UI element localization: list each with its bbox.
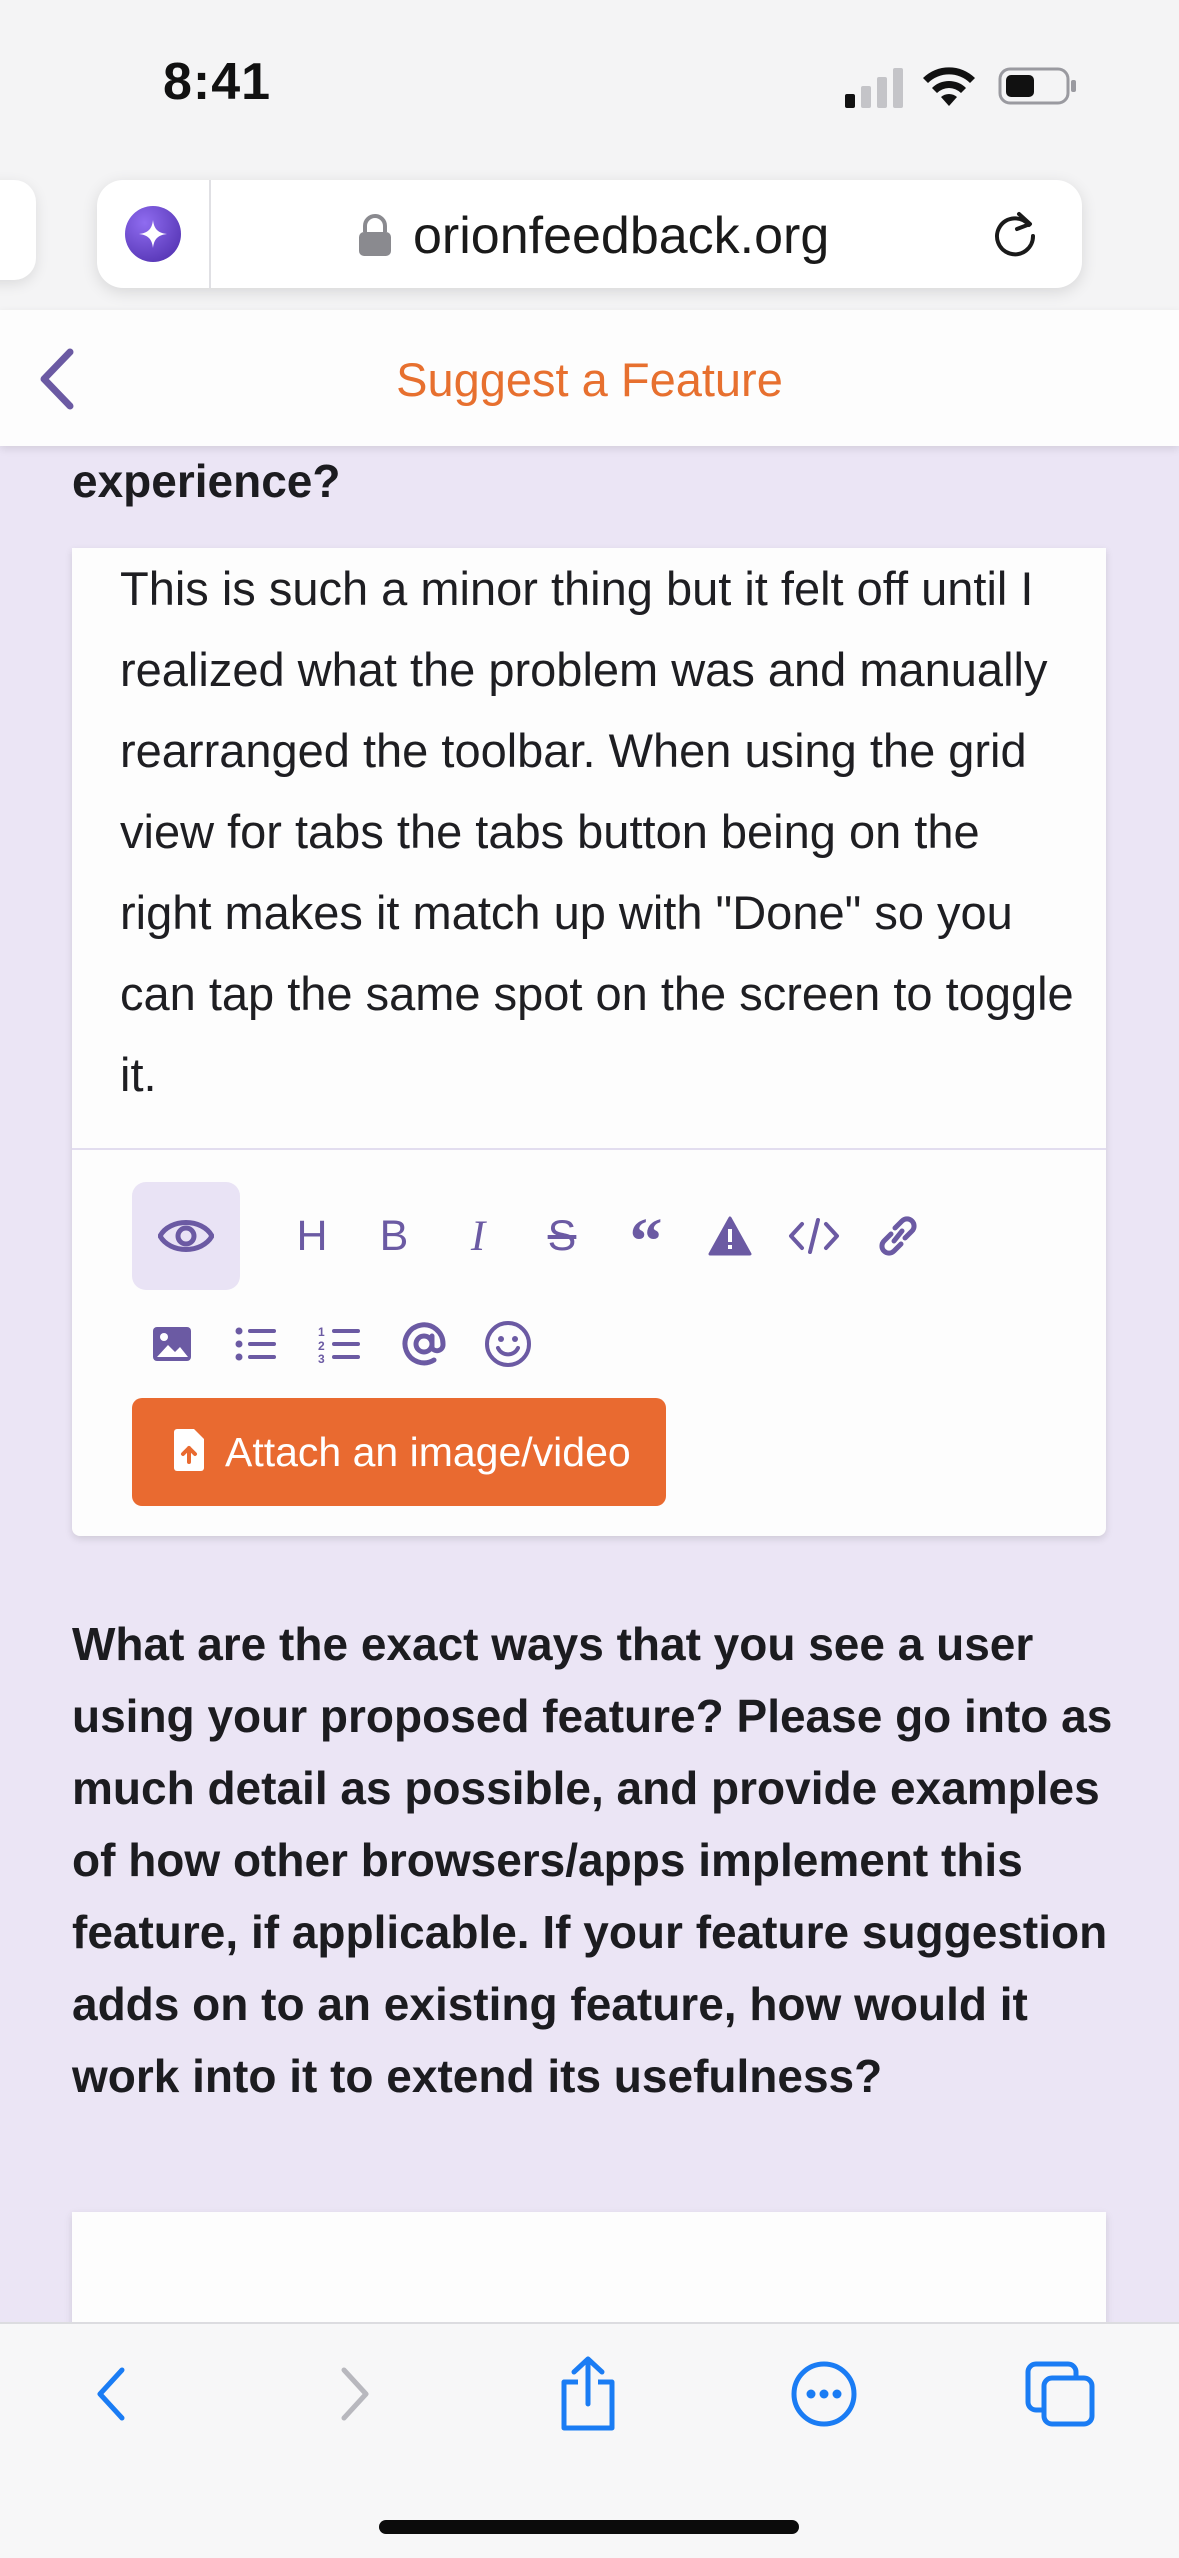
- file-upload-icon: [174, 1429, 204, 1471]
- battery-icon: [998, 67, 1076, 105]
- bold-icon: B: [379, 1211, 409, 1260]
- sparkle-icon: [139, 220, 167, 248]
- cellular-signal-icon: [845, 68, 903, 108]
- attach-media-label: Attach an image/video: [225, 1429, 631, 1475]
- strikethrough-button[interactable]: S: [536, 1210, 588, 1262]
- bold-button[interactable]: B: [368, 1210, 420, 1262]
- status-bar: 8:41: [0, 0, 1179, 170]
- url-text[interactable]: orionfeedback.org: [413, 206, 829, 266]
- code-button[interactable]: [788, 1210, 840, 1262]
- previous-tab-edge[interactable]: [0, 180, 36, 280]
- answer-editor: This is such a minor thing but it felt o…: [72, 548, 1106, 1536]
- italic-icon: I: [470, 1212, 486, 1260]
- editor-divider: [72, 1148, 1106, 1150]
- heading-button[interactable]: H: [286, 1210, 338, 1262]
- preview-button[interactable]: [132, 1182, 240, 1290]
- smiley-icon: [485, 1321, 531, 1367]
- wifi-icon: [923, 67, 975, 106]
- image-icon: [153, 1327, 191, 1361]
- alert-button[interactable]: [704, 1210, 756, 1262]
- editor-textarea[interactable]: This is such a minor thing but it felt o…: [120, 548, 1080, 1115]
- page-header: Suggest a Feature: [0, 310, 1179, 446]
- strikethrough-icon: S: [547, 1211, 577, 1260]
- numbered-list-button[interactable]: 1 2 3: [314, 1318, 366, 1370]
- numbered-list-icon: 1 2 3: [318, 1325, 360, 1364]
- svg-text:1: 1: [318, 1325, 325, 1339]
- question-text: What are the exact ways that you see a u…: [72, 1618, 1113, 2102]
- address-bar[interactable]: orionfeedback.org: [97, 180, 1082, 288]
- lock-icon: [359, 214, 391, 256]
- link-button[interactable]: [872, 1210, 924, 1262]
- eye-icon: [158, 1220, 214, 1252]
- svg-text:2: 2: [318, 1339, 325, 1353]
- tabs-button[interactable]: [1020, 2354, 1100, 2434]
- page-title: Suggest a Feature: [396, 353, 783, 406]
- more-ellipsis-icon: [791, 2361, 857, 2427]
- bullet-list-button[interactable]: [230, 1318, 282, 1370]
- back-arrow-icon: [97, 2367, 125, 2421]
- bullet-list-icon: [235, 1327, 276, 1361]
- more-button[interactable]: [784, 2354, 864, 2434]
- emoji-button[interactable]: [482, 1318, 534, 1370]
- status-time: 8:41: [163, 53, 272, 111]
- orion-site-icon[interactable]: [125, 206, 181, 262]
- svg-text:3: 3: [318, 1352, 325, 1364]
- mention-button[interactable]: [398, 1318, 450, 1370]
- code-icon: [789, 1218, 839, 1254]
- share-icon: [561, 2356, 615, 2431]
- home-indicator: [379, 2520, 799, 2534]
- heading-icon: H: [296, 1211, 328, 1260]
- attach-media-button[interactable]: Attach an image/video: [132, 1398, 666, 1506]
- browser-toolbar: [0, 2322, 1179, 2558]
- browser-address-area: orionfeedback.org: [0, 170, 1179, 310]
- share-button[interactable]: [548, 2354, 628, 2434]
- reload-icon[interactable]: [989, 208, 1041, 260]
- image-button[interactable]: [146, 1318, 198, 1370]
- at-sign-icon: [402, 1322, 446, 1366]
- italic-button[interactable]: I: [452, 1210, 504, 1262]
- warning-icon: [708, 1216, 752, 1256]
- address-divider: [209, 180, 211, 288]
- quote-icon: “: [629, 1205, 663, 1278]
- back-button[interactable]: [72, 2354, 152, 2434]
- forward-button[interactable]: [314, 2354, 394, 2434]
- previous-question-text: experience?: [72, 455, 341, 507]
- quote-button[interactable]: “: [620, 1205, 672, 1278]
- tabs-icon: [1025, 2361, 1095, 2427]
- link-icon: [879, 1216, 917, 1256]
- forward-arrow-icon: [341, 2367, 369, 2421]
